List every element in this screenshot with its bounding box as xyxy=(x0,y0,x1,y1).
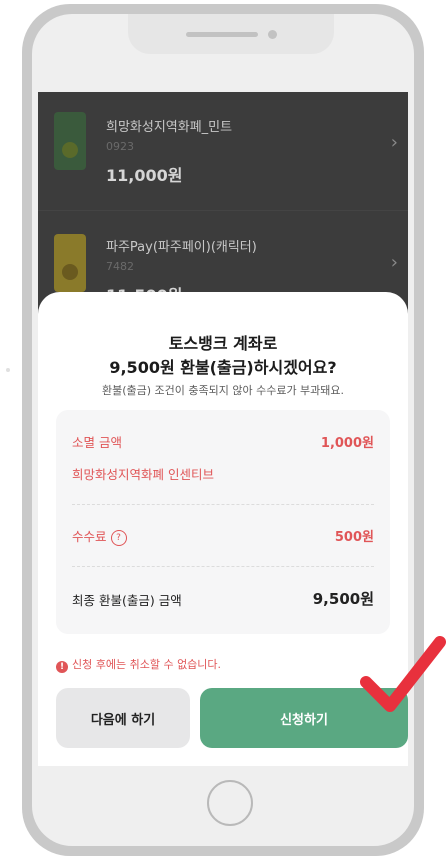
exclamation-circle-icon: ! xyxy=(56,661,68,673)
sheet-title: 토스뱅크 계좌로 xyxy=(168,334,278,353)
account-row[interactable]: 희망화성지역화폐_민트 0923 11,000원 › xyxy=(38,92,408,211)
warning-message: ! 신청 후에는 취소할 수 없습니다. xyxy=(56,656,221,673)
home-button[interactable] xyxy=(207,780,253,826)
account-number: 7482 xyxy=(106,260,134,273)
card-thumbnail-icon xyxy=(54,112,86,170)
expire-label: 소멸 금액 xyxy=(72,435,122,450)
later-button[interactable]: 다음에 하기 xyxy=(56,688,190,748)
sheet-subtitle: 환불(출금) 조건이 충족되지 않아 수수료가 부과돼요. xyxy=(101,384,345,397)
fee-label: 수수료 xyxy=(72,529,107,544)
account-name: 파주Pay(파주페이)(캐릭터) xyxy=(106,240,257,255)
camera-icon xyxy=(268,30,277,39)
account-amount: 11,000원 xyxy=(106,166,183,185)
divider xyxy=(72,504,374,505)
fee-label-row: 수수료? xyxy=(72,526,127,546)
card-character-icon xyxy=(62,142,78,158)
final-value: 9,500원 xyxy=(312,590,374,608)
card-character-icon xyxy=(62,264,78,280)
refund-summary-box: 소멸 금액 1,000원 희망화성지역화폐 인센티브 수수료? 500원 최종 … xyxy=(56,410,390,634)
expire-detail: 희망화성지역화폐 인센티브 xyxy=(72,467,214,482)
checkmark-icon xyxy=(360,636,446,712)
app-screen: 희망화성지역화폐_민트 0923 11,000원 › 파주Pay(파주페이)(캐… xyxy=(38,92,408,766)
divider xyxy=(72,566,374,567)
chevron-right-icon: › xyxy=(390,252,398,273)
account-name: 희망화성지역화폐_민트 xyxy=(106,120,233,135)
card-thumbnail-icon xyxy=(54,234,86,292)
account-number: 0923 xyxy=(106,140,134,153)
sheet-title-amount: 9,500원 환불(출금)하시겠어요? xyxy=(109,358,337,377)
decorative-dot xyxy=(6,368,10,372)
speaker-icon xyxy=(186,32,258,37)
chevron-right-icon: › xyxy=(390,132,398,153)
refund-bottom-sheet: 토스뱅크 계좌로 9,500원 환불(출금)하시겠어요? 환불(출금) 조건이 … xyxy=(38,292,408,766)
question-circle-icon[interactable]: ? xyxy=(110,530,127,546)
expire-value: 1,000원 xyxy=(320,436,374,451)
warning-text: 신청 후에는 취소할 수 없습니다. xyxy=(72,658,222,671)
final-label: 최종 환불(출금) 금액 xyxy=(72,593,182,608)
fee-value: 500원 xyxy=(334,530,374,545)
